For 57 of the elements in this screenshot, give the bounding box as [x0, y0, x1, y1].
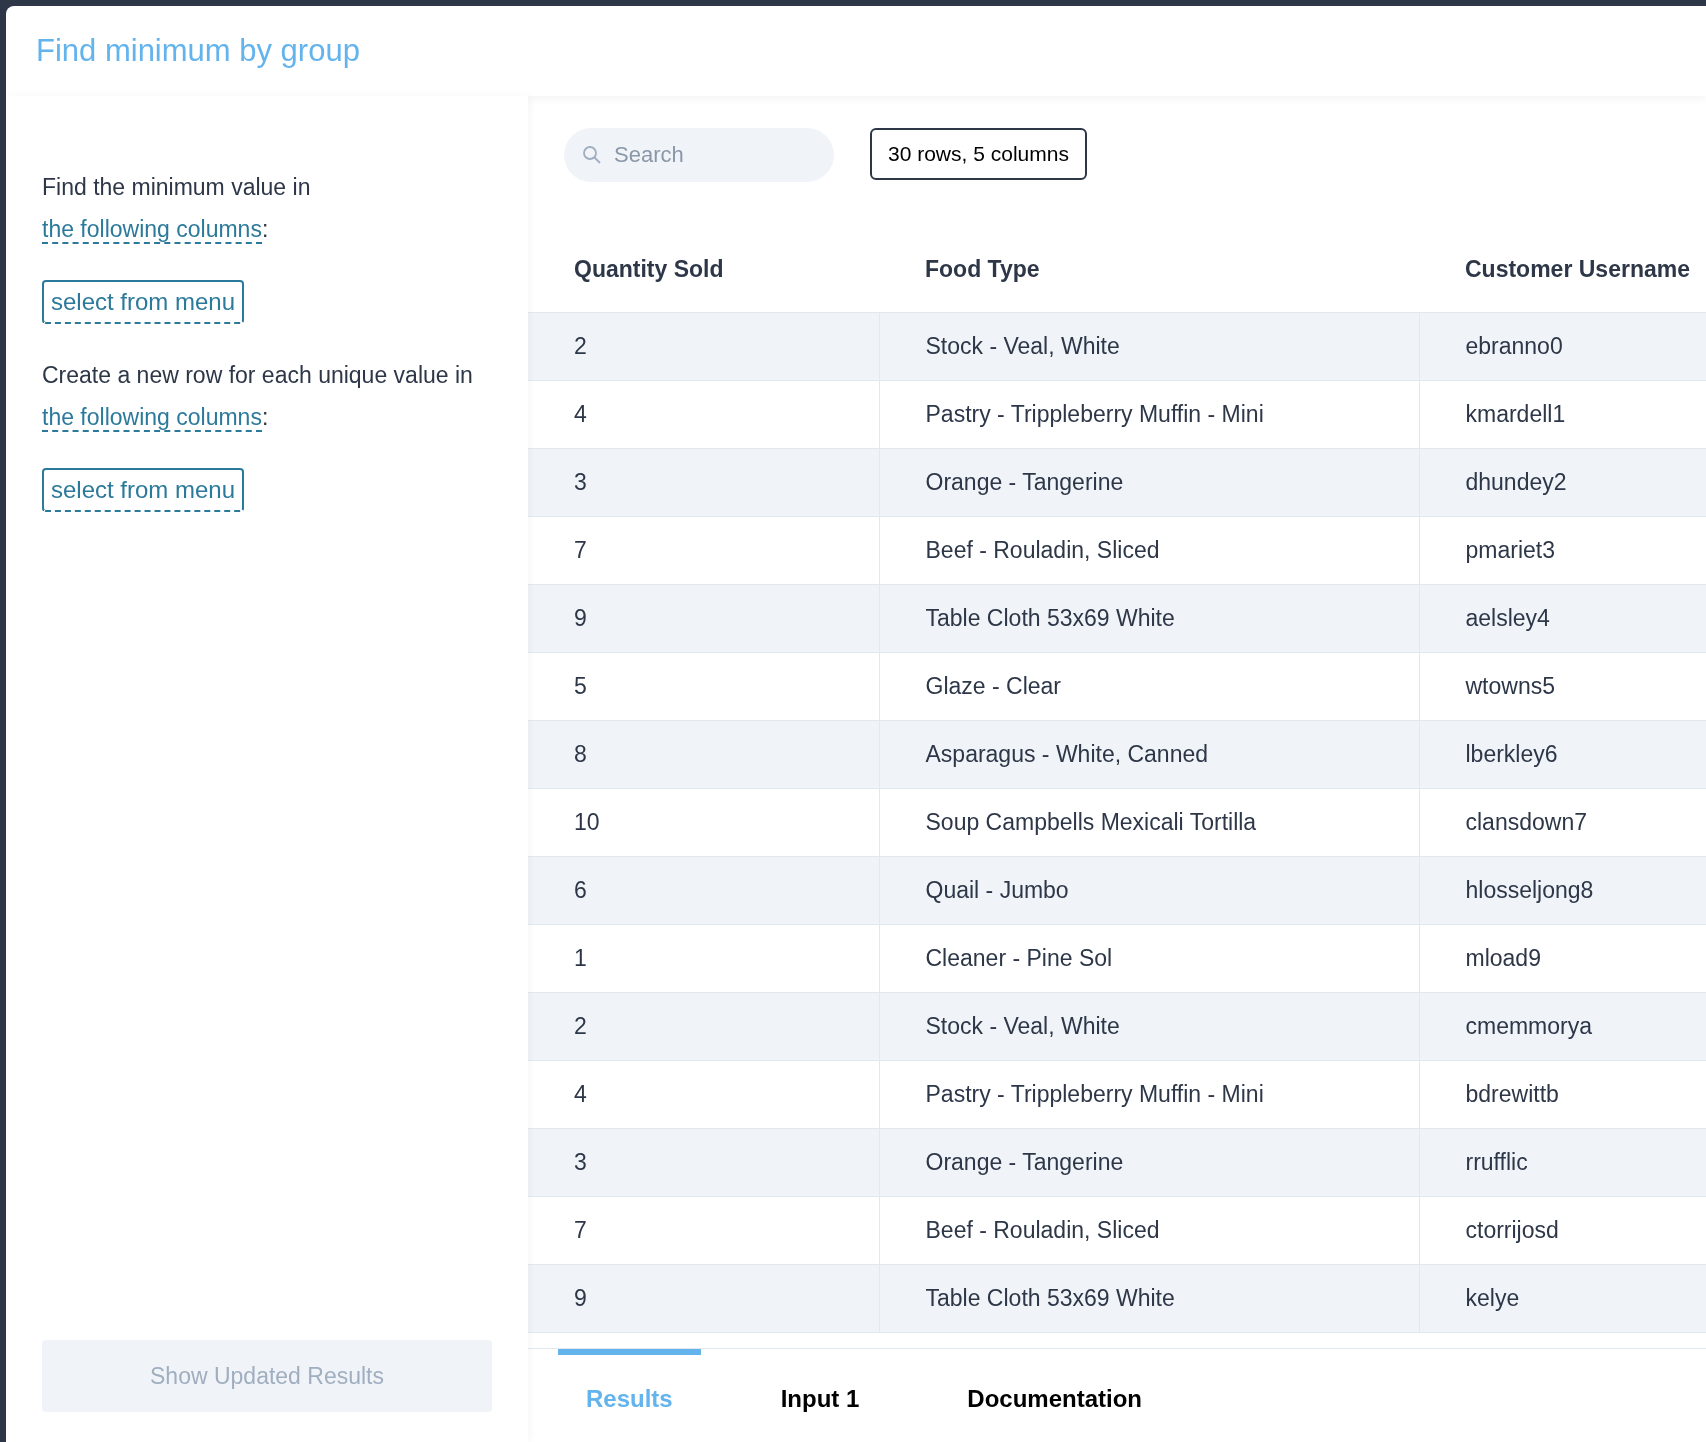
table-cell: 4 — [528, 380, 879, 448]
column-header: Food Type — [879, 226, 1419, 312]
dialog-title: Find minimum by group — [36, 31, 360, 70]
table-cell: 9 — [528, 1264, 879, 1332]
table-cell: bdrewittb — [1419, 1060, 1706, 1128]
table-cell: 9 — [528, 584, 879, 652]
tab[interactable]: Documentation — [939, 1349, 1171, 1442]
table-cell: Stock - Veal, White — [879, 992, 1419, 1060]
table-cell: Table Cloth 53x69 White — [879, 584, 1419, 652]
table-cell: Pastry - Trippleberry Muffin - Mini — [879, 1060, 1419, 1128]
table-cell: kmardell1 — [1419, 380, 1706, 448]
table-cell: 7 — [528, 1196, 879, 1264]
table-cell: 4 — [528, 1060, 879, 1128]
table-cell: Asparagus - White, Canned — [879, 720, 1419, 788]
table-cell: Cleaner - Pine Sol — [879, 924, 1419, 992]
table-cell: clansdown7 — [1419, 788, 1706, 856]
table-cell: wtowns5 — [1419, 652, 1706, 720]
table-cell: 5 — [528, 652, 879, 720]
table-cell: Glaze - Clear — [879, 652, 1419, 720]
table-cell: mload9 — [1419, 924, 1706, 992]
table-cell: Orange - Tangerine — [879, 448, 1419, 516]
table-cell: Stock - Veal, White — [879, 312, 1419, 380]
instruction-text: Create a new row for each unique value in the following columns: — [42, 361, 474, 434]
table-cell: 10 — [528, 788, 879, 856]
table-cell: 1 — [528, 924, 879, 992]
table-cell: 2 — [528, 992, 879, 1060]
column-header: Quantity Sold — [528, 226, 879, 312]
table-cell: Beef - Rouladin, Sliced — [879, 516, 1419, 584]
instruction-text: Find the minimum value in the following columns: — [42, 173, 312, 246]
table-cell: 3 — [528, 448, 879, 516]
table-cell: Pastry - Trippleberry Muffin - Mini — [879, 380, 1419, 448]
select-menu-button[interactable]: select from menu — [42, 468, 245, 512]
tab[interactable]: Input 1 — [752, 1349, 888, 1442]
search-icon — [582, 145, 602, 165]
table-cell: pmariet3 — [1419, 516, 1706, 584]
table-cell: rrufflic — [1419, 1128, 1706, 1196]
search-field[interactable]: Search — [564, 128, 834, 182]
table-cell: Orange - Tangerine — [879, 1128, 1419, 1196]
table-cell: Table Cloth 53x69 White — [879, 1264, 1419, 1332]
columns-link[interactable]: the following columns — [42, 216, 262, 244]
table-cell: kelye — [1419, 1264, 1706, 1332]
table-cell: 8 — [528, 720, 879, 788]
columns-link[interactable]: the following columns — [42, 404, 262, 432]
table-cell: Quail - Jumbo — [879, 856, 1419, 924]
select-menu-button[interactable]: select from menu — [42, 280, 245, 324]
table-cell: 2 — [528, 312, 879, 380]
row-count-badge: 30 rows, 5 columns — [870, 128, 1087, 180]
table-cell: 7 — [528, 516, 879, 584]
table-cell: 6 — [528, 856, 879, 924]
table-cell: cmemmorya — [1419, 992, 1706, 1060]
table-cell: Soup Campbells Mexicali Tortilla — [879, 788, 1419, 856]
column-header: Customer Username — [1419, 226, 1706, 312]
table-cell: lberkley6 — [1419, 720, 1706, 788]
table-cell: hlosseljong8 — [1419, 856, 1706, 924]
table-cell: ctorrijosd — [1419, 1196, 1706, 1264]
table-cell: Beef - Rouladin, Sliced — [879, 1196, 1419, 1264]
table-cell: 3 — [528, 1128, 879, 1196]
